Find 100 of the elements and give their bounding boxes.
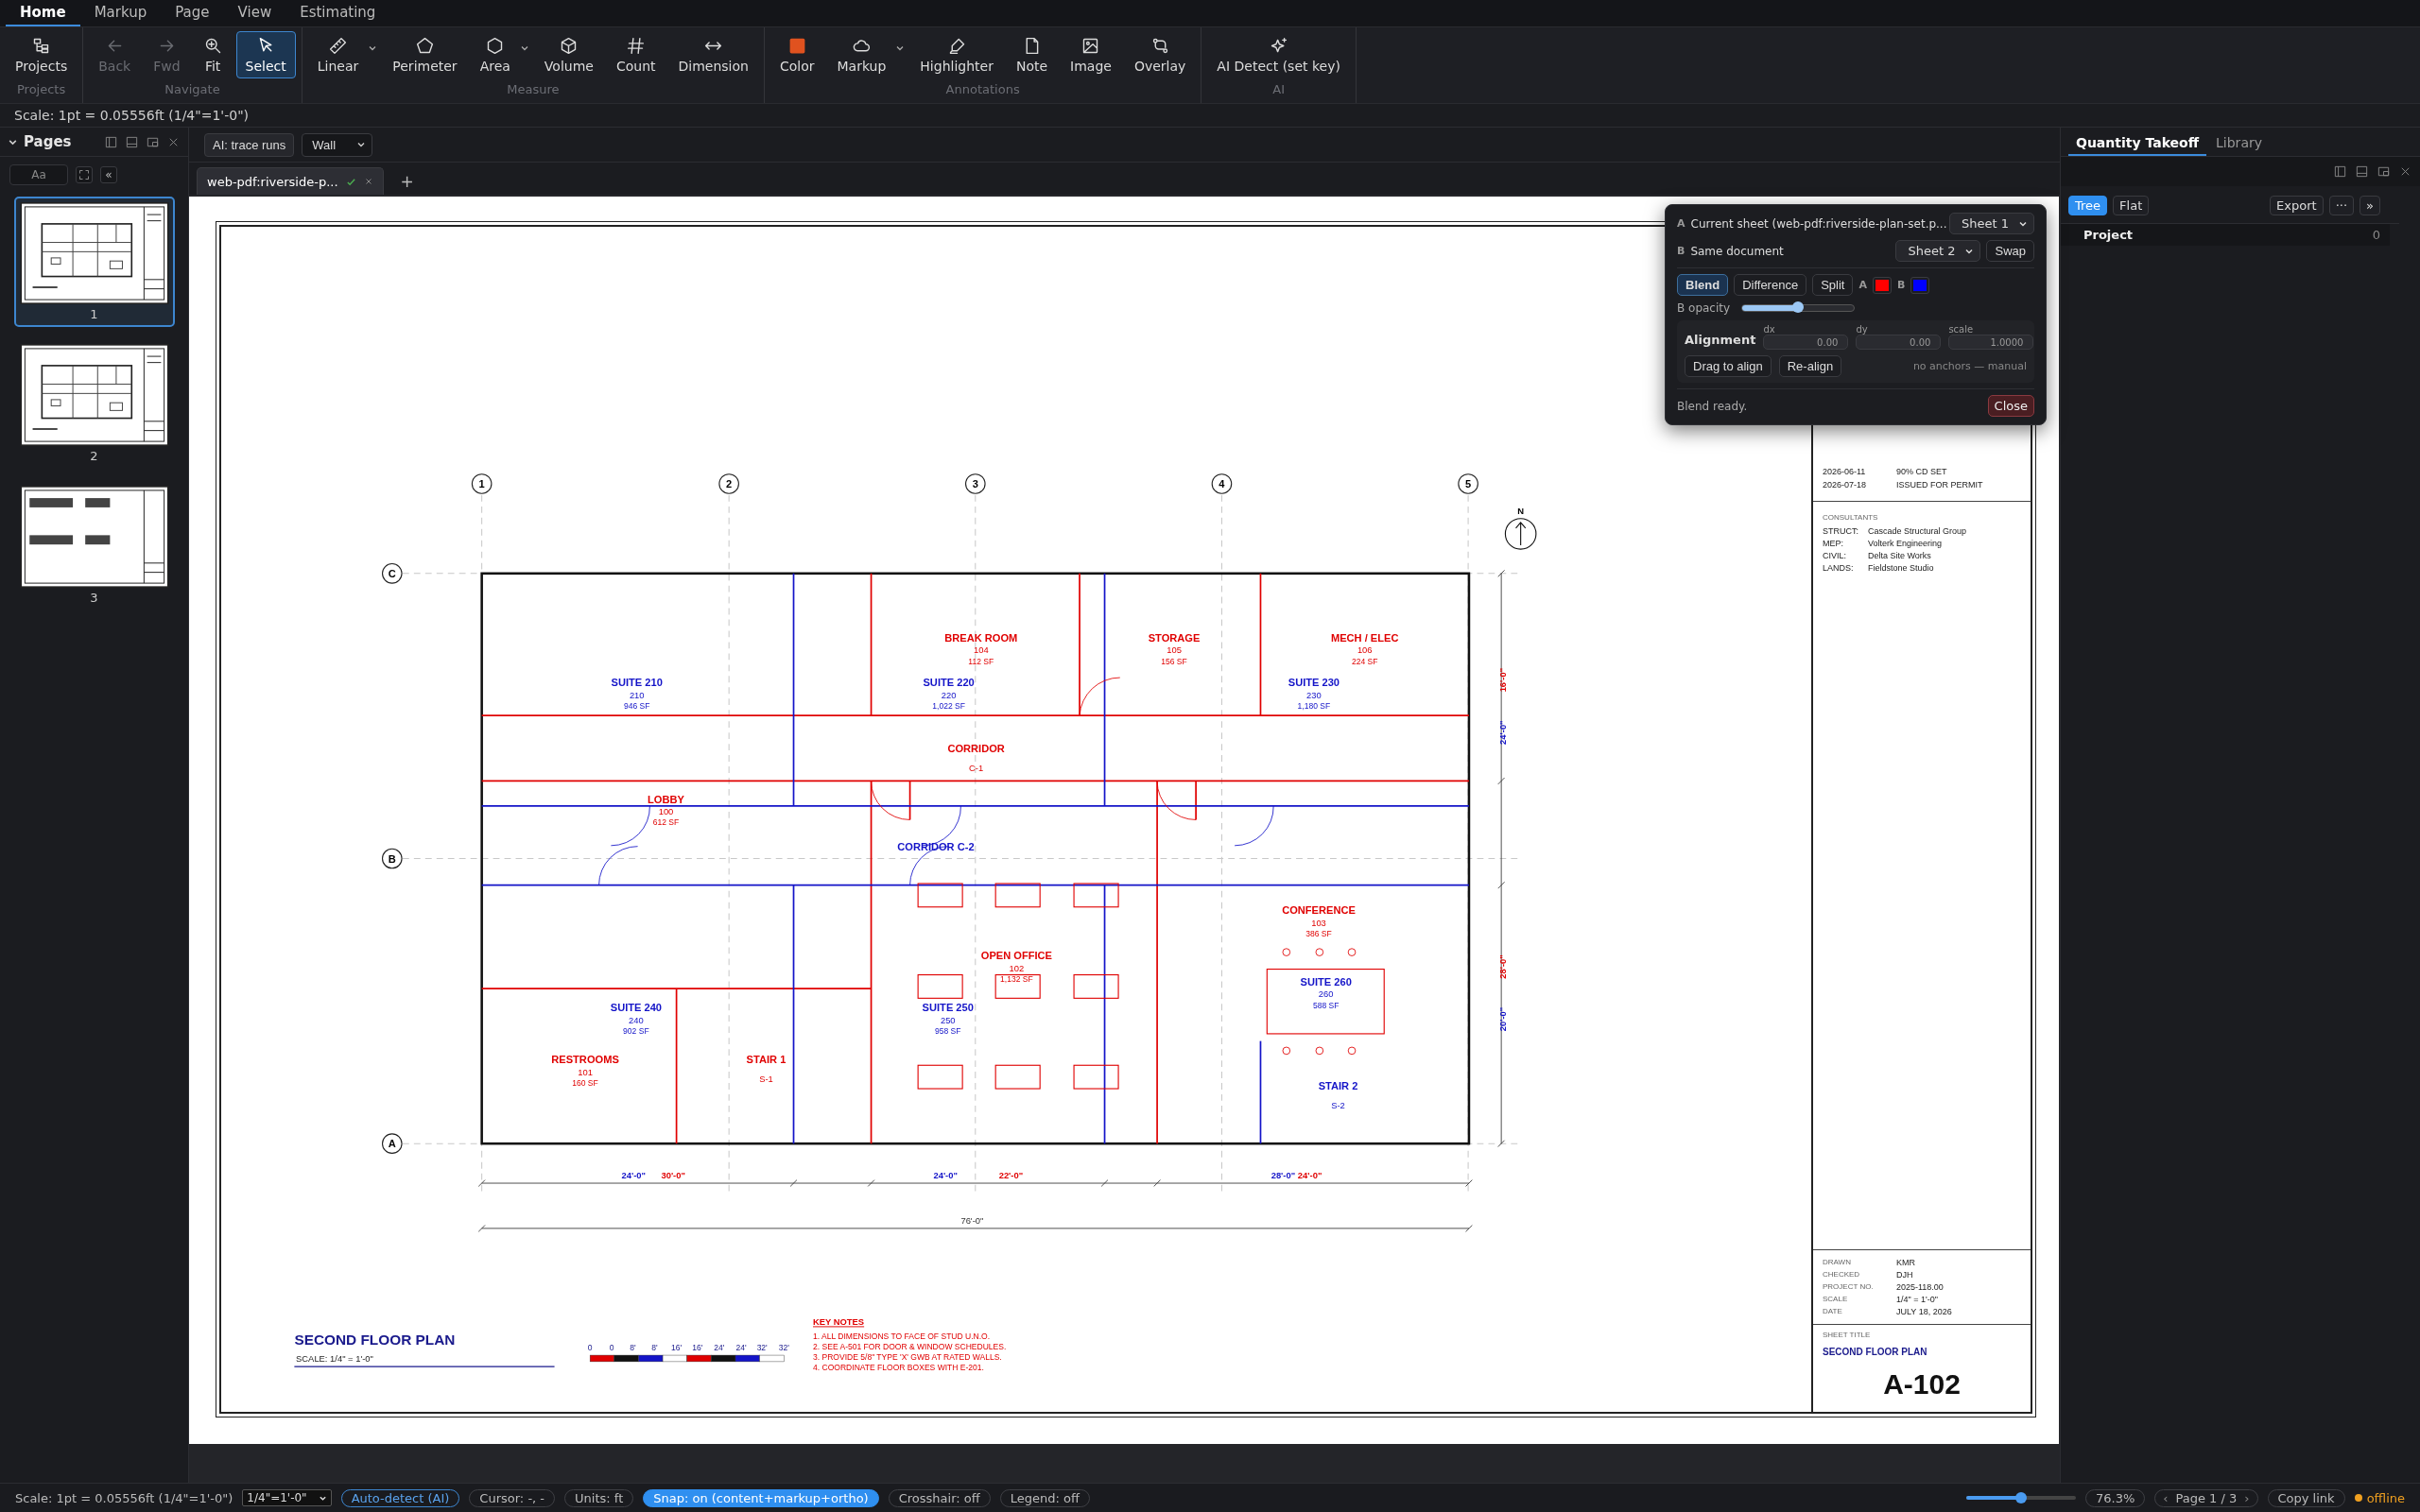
page-thumbnail[interactable]: 1 (13, 197, 175, 327)
dimension-text: 30'-0" (661, 1169, 685, 1180)
consultant-role: CIVIL: (1823, 551, 1847, 560)
fit-button[interactable] (76, 166, 93, 183)
consultant-name: Fieldstone Studio (1868, 563, 1934, 573)
tool-button[interactable]: Note (1006, 31, 1058, 78)
blend-mode-button[interactable]: Difference (1734, 274, 1807, 296)
swap-button[interactable]: Swap (1986, 240, 2034, 262)
menu-tab[interactable]: Markup (79, 0, 162, 26)
scale-select[interactable]: 1/4"=1'-0" (242, 1489, 332, 1506)
slider-thumb[interactable] (1792, 301, 1805, 313)
tool-button[interactable]: Perimeter (383, 31, 467, 78)
more-button[interactable]: ··· (2328, 196, 2355, 215)
room-area: 588 SF (1312, 1000, 1340, 1010)
menu-tab[interactable]: View (223, 0, 286, 26)
next-page-button[interactable]: › (2242, 1490, 2252, 1505)
expand-button[interactable]: » (2360, 196, 2380, 215)
scale-label: 0 (609, 1342, 614, 1352)
tree-label: Project (2083, 228, 2134, 242)
panel-left-icon[interactable] (2333, 164, 2347, 179)
close-button[interactable]: Close (1987, 395, 2034, 417)
slider-thumb[interactable] (2015, 1492, 2027, 1503)
page-thumbnail[interactable]: 3 (13, 480, 175, 610)
collapse-button[interactable]: « (100, 166, 117, 183)
desk (994, 883, 1041, 908)
previous-page-button[interactable]: ‹ (2161, 1490, 2170, 1505)
tool-button[interactable]: Area (470, 31, 520, 78)
room-number: 260 (1318, 988, 1334, 1000)
panel-bottom-icon[interactable] (125, 134, 139, 149)
page-indicator: Page 1 / 3 (2175, 1490, 2238, 1505)
tool-button[interactable]: Color (769, 31, 824, 78)
room-name: OPEN OFFICE (980, 950, 1052, 962)
tool-button[interactable]: Markup (827, 31, 896, 78)
scale-label: 0 (587, 1342, 593, 1352)
tree-row[interactable]: Project 0 (2061, 224, 2390, 246)
scale-label: 16' (692, 1342, 703, 1352)
tool-button[interactable]: Overlay (1124, 31, 1196, 78)
alignment-input[interactable]: 1.0000 (1948, 335, 2034, 350)
info-label: DATE (1823, 1307, 1843, 1316)
alignment-button[interactable]: Re-align (1778, 355, 1842, 377)
sheet-select[interactable]: Sheet 2 (1895, 240, 1981, 262)
panel-tab[interactable]: Library (2208, 131, 2270, 156)
page-thumbnail[interactable]: 2 (13, 338, 175, 469)
page-search-field[interactable]: Aa (9, 164, 68, 185)
view-toggle[interactable]: Flat (2113, 196, 2150, 215)
alignment-heading: Alignment (1685, 333, 1756, 347)
desk (1073, 974, 1119, 999)
tool-button[interactable]: AI Detect (set key) (1207, 31, 1350, 78)
grid-bubble: 3 (965, 473, 986, 494)
close-icon[interactable] (363, 177, 373, 186)
consultants-heading: CONSULTANTS (1823, 513, 1879, 522)
desk (1073, 1064, 1119, 1090)
pages-header[interactable]: Pages (8, 133, 72, 150)
sheet-select[interactable]: Sheet 1 (1949, 213, 2034, 234)
tool-button[interactable]: Volume (534, 31, 603, 78)
room-name: BREAK ROOM (944, 631, 1018, 644)
alignment-input[interactable]: 0.00 (1763, 335, 1849, 350)
tool-button[interactable]: Select (235, 31, 296, 78)
opacity-slider[interactable] (1741, 304, 1856, 312)
room-name: SUITE 230 (1288, 677, 1340, 689)
tool-button[interactable]: Fit (193, 31, 233, 78)
sheet-tag: A (1677, 217, 1685, 230)
tool-button[interactable]: Projects (6, 31, 78, 78)
tool-button[interactable]: Count (606, 31, 666, 78)
dimension-text: 16'-0" (1497, 667, 1509, 693)
revision-description: ISSUED FOR PERMIT (1896, 480, 1983, 490)
caret-icon (356, 140, 367, 149)
alignment-input[interactable]: 0.00 (1856, 335, 1942, 350)
layer-select[interactable]: Wall (302, 132, 373, 157)
room-number: 106 (1357, 644, 1373, 656)
tool-button[interactable]: Linear (307, 31, 369, 78)
room-number: 103 (1311, 918, 1326, 929)
room-name: STORAGE (1148, 631, 1201, 644)
info-value: 2025-118.00 (1896, 1282, 1944, 1292)
sheet-source-label: Same document (1690, 244, 1785, 258)
tool-button[interactable]: Highlighter (910, 31, 1003, 78)
room-name: SUITE 250 (922, 1002, 974, 1013)
alignment-button[interactable]: Drag to align (1685, 355, 1772, 377)
panel-left-icon[interactable] (104, 134, 118, 149)
blend-mode-button[interactable]: Split (1812, 274, 1854, 296)
room-area: 112 SF (968, 656, 994, 666)
tree-count: 0 (2372, 228, 2380, 242)
ai-trace-button[interactable]: AI: trace runs (204, 132, 295, 157)
menu-tab[interactable]: Page (161, 0, 224, 26)
room-name: CORRIDOR (947, 742, 1005, 754)
scale-label: 24' (735, 1342, 747, 1352)
document-tab[interactable]: web-pdf:riverside-p... (197, 167, 384, 195)
panel-bottom-icon[interactable] (2355, 164, 2369, 179)
export-button[interactable]: Export (2270, 196, 2324, 215)
tool-button[interactable]: Dimension (668, 31, 758, 78)
grid-bubble: 1 (471, 473, 493, 494)
page-number: 1 (90, 307, 98, 321)
alignment-note: no anchors — manual (1912, 360, 2027, 372)
tool-button[interactable]: Image (1061, 31, 1121, 78)
add-tab-button[interactable]: + (390, 172, 424, 195)
popout-icon[interactable] (2377, 164, 2391, 179)
room-area: 386 SF (1305, 929, 1332, 939)
menu-tab[interactable]: Estimating (285, 0, 390, 26)
blend-mode-button[interactable]: Blend (1677, 274, 1729, 296)
info-value: 1/4" = 1'-0" (1896, 1295, 1938, 1304)
